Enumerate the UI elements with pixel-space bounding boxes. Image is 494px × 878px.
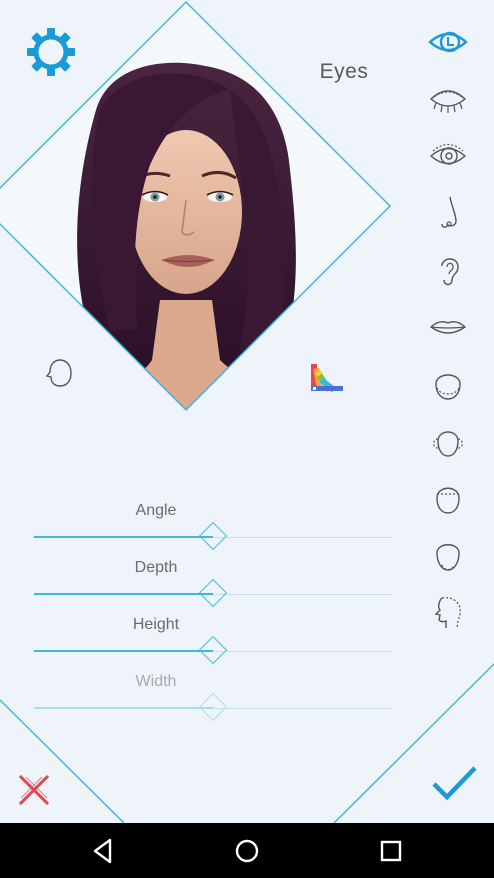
feature-nose[interactable] [420,191,476,235]
color-palette-icon[interactable] [309,360,345,394]
nose-icon [441,196,457,228]
cancel-x-icon[interactable] [16,772,52,808]
confirm-checkmark-icon[interactable] [430,764,478,804]
slider-label: Depth [134,559,178,576]
slider-label: Angle [135,502,177,519]
slider-angle[interactable]: Angle [34,502,392,557]
settings-gear-icon[interactable] [25,26,77,78]
eye-icon [429,143,467,165]
eyelid-icon [429,90,467,113]
slider-width[interactable]: Width [34,673,392,728]
cheeks-icon [433,431,463,457]
feature-jaw[interactable] [420,362,476,406]
slider-label: Height [132,616,180,633]
feature-chin[interactable] [420,533,476,577]
slider-thumb[interactable] [198,521,228,551]
slider-fill [34,536,213,538]
lips-icon [429,320,467,334]
slider-fill [34,593,213,595]
feature-eye[interactable] [420,134,476,178]
profile-icon [434,597,461,629]
editor-screen: Eyes Angle Depth Height Width [0,0,494,823]
chin-icon [436,544,460,571]
feature-lips[interactable] [420,305,476,349]
slider-thumb[interactable] [198,635,228,665]
recents-icon[interactable] [376,836,406,866]
feature-ear[interactable] [420,248,476,292]
slider-depth[interactable]: Depth [34,559,392,614]
head-view-icon[interactable] [44,356,76,390]
slider-height[interactable]: Height [34,616,392,671]
feature-eyelid[interactable] [420,77,476,121]
ear-icon [441,258,459,286]
slider-thumb[interactable] [198,578,228,608]
feature-eye-color[interactable] [420,20,476,64]
system-navigation-bar [0,823,494,878]
feature-forehead[interactable] [420,476,476,520]
mode-title: Eyes [319,60,369,83]
slider-fill [34,707,213,709]
jaw-icon [435,374,461,400]
slider-fill [34,650,213,652]
back-icon[interactable] [88,836,118,866]
slider-thumb[interactable] [198,692,228,722]
eye-color-icon [428,31,468,53]
feature-profile[interactable] [420,590,476,634]
forehead-icon [436,487,460,514]
feature-cheeks[interactable] [420,419,476,463]
slider-label: Width [135,673,177,690]
home-icon[interactable] [232,836,262,866]
